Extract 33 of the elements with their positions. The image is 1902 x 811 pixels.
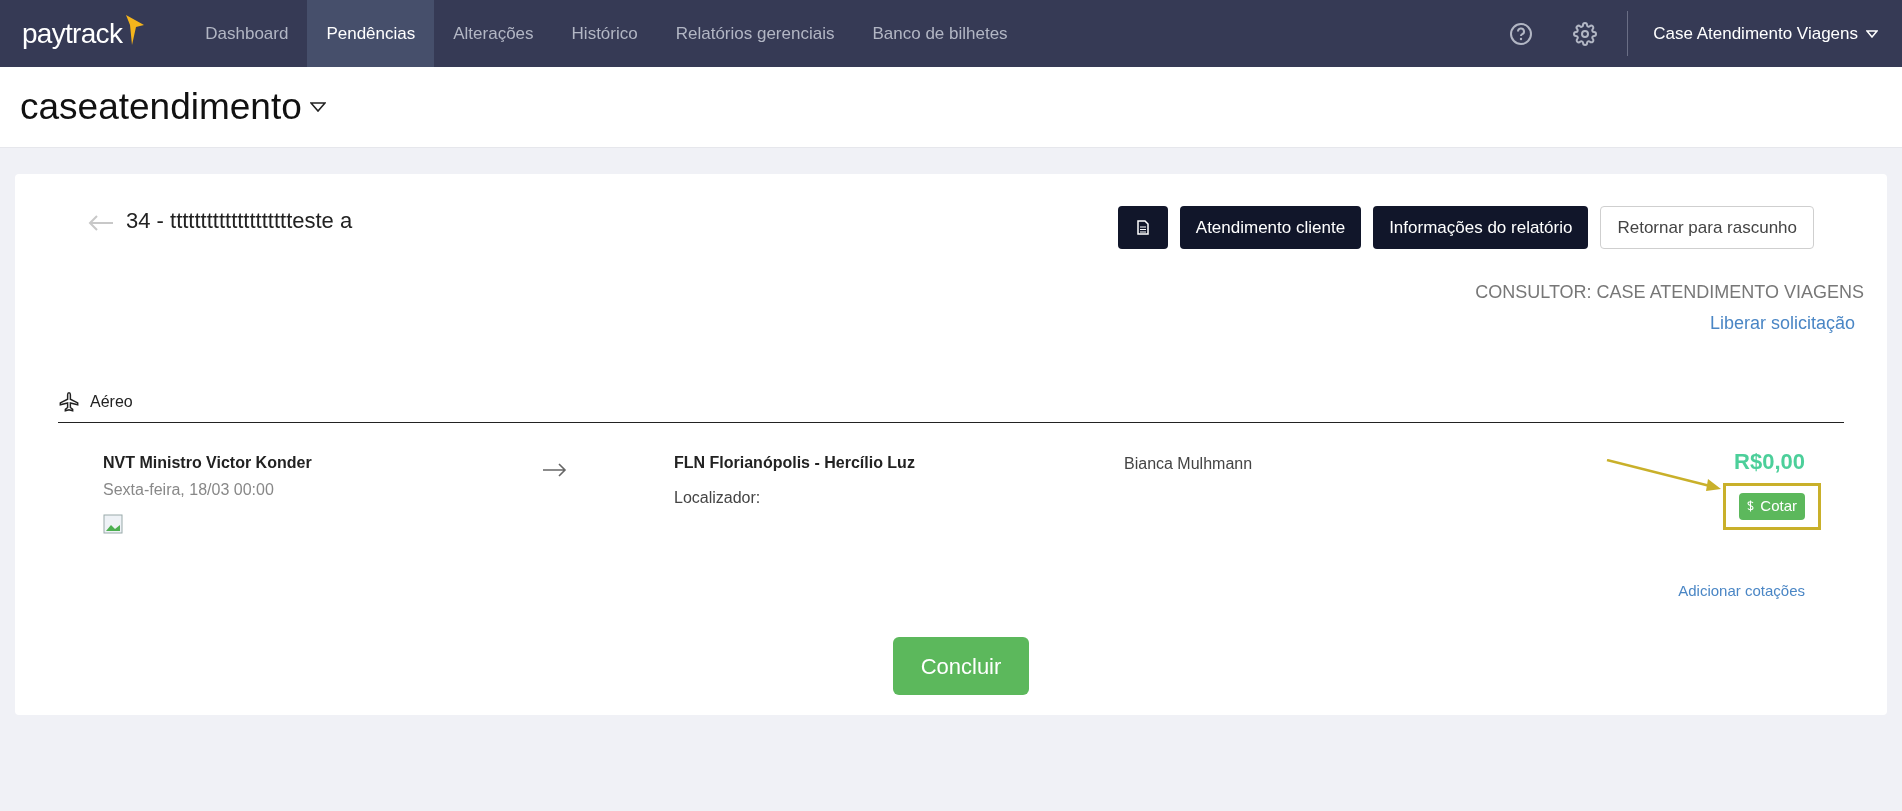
nav-tab[interactable]: Banco de bilhetes [853, 0, 1027, 67]
user-menu[interactable]: Case Atendimento Viagens [1653, 20, 1878, 47]
origin-airport: NVT Ministro Victor Konder [103, 453, 313, 473]
add-quotes-link[interactable]: Adicionar cotações [1678, 579, 1805, 602]
nav-tab[interactable]: Pendências [307, 0, 435, 67]
broken-image-icon [103, 514, 123, 534]
action-button[interactable]: Informações do relatório [1373, 206, 1589, 249]
company-selector[interactable]: caseatendimento [20, 79, 326, 135]
right-arrow-icon [543, 463, 567, 477]
document-icon [1136, 220, 1149, 235]
release-request-link[interactable]: Liberar solicitação [1709, 310, 1855, 337]
dollar-sign-icon [1747, 500, 1755, 513]
action-button[interactable]: Atendimento cliente [1179, 206, 1362, 249]
nav-tab[interactable]: Histórico [552, 0, 657, 67]
nav-tab[interactable]: Dashboard [186, 0, 308, 67]
settings-icon[interactable] [1573, 21, 1598, 46]
action-button[interactable]: Retornar para rascunho [1600, 206, 1814, 249]
airplane-icon [58, 391, 80, 413]
locator-label: Localizador: [674, 488, 762, 508]
consultant-label: CONSULTOR: CASE ATENDIMENTO VIAGENS [1475, 281, 1864, 304]
report-title: 34 - tttttttttttttttttttteste a [126, 207, 353, 235]
traveler-name: Bianca Mulhmann [1124, 454, 1253, 474]
nav-tab[interactable]: Relatórios gerenciais [656, 0, 854, 67]
caret-icon [309, 102, 326, 112]
logo[interactable]: paytrack [22, 12, 123, 55]
nav-tab[interactable]: Alterações [434, 0, 553, 67]
price: R$0,00 [1734, 451, 1805, 473]
section-label: Aéreo [90, 392, 133, 412]
caret-icon [1866, 29, 1878, 38]
help-icon[interactable] [1509, 21, 1534, 46]
destination-airport: FLN Florianópolis - Hercílio Luz [674, 453, 916, 473]
departure-date: Sexta-feira, 18/03 00:00 [103, 480, 275, 500]
document-button[interactable] [1117, 206, 1168, 249]
